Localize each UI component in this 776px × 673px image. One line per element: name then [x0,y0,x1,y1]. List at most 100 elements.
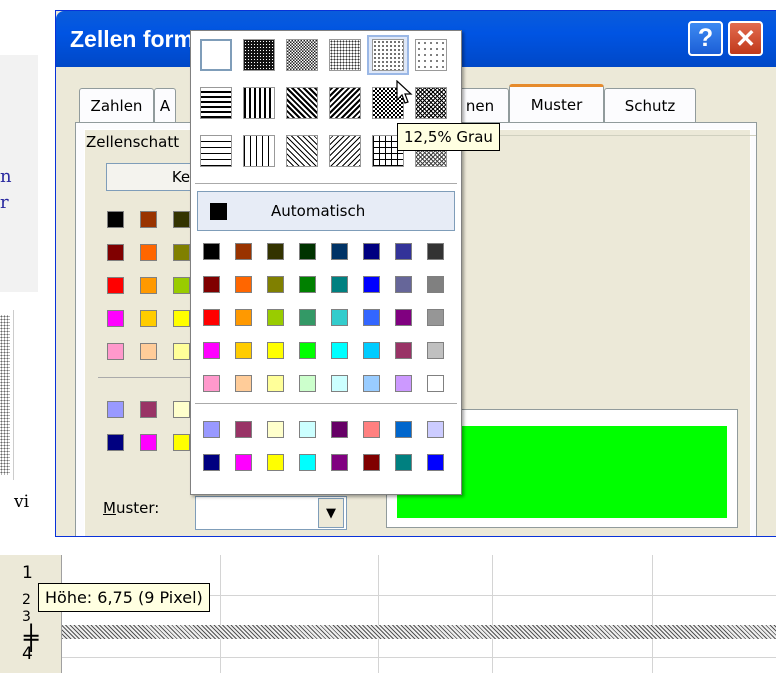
palette-color-swatch[interactable] [427,342,444,359]
pattern-option-gray-12[interactable] [367,35,409,75]
palette-color-swatch[interactable] [299,375,316,392]
color-swatch[interactable] [173,244,190,261]
color-swatch[interactable] [107,211,124,228]
palette-color-swatch[interactable] [427,276,444,293]
palette-color-swatch[interactable] [203,276,220,293]
palette-color-swatch[interactable] [331,243,348,260]
color-swatch[interactable] [107,310,124,327]
palette-color-swatch[interactable] [235,454,252,471]
color-swatch[interactable] [107,434,124,451]
pattern-option-gray-6[interactable] [412,37,450,73]
palette-color-swatch[interactable] [203,421,220,438]
color-swatch[interactable] [140,310,157,327]
color-swatch[interactable] [107,244,124,261]
pattern-option-diag-rev-thin[interactable] [283,133,321,169]
tab-numbers[interactable]: Zahlen [79,88,154,122]
palette-color-swatch[interactable] [299,421,316,438]
pattern-combo-dropdown-button[interactable]: ▼ [318,498,344,528]
palette-color-swatch[interactable] [427,375,444,392]
palette-color-swatch[interactable] [363,342,380,359]
tab-protection[interactable]: Schutz [604,88,696,122]
palette-color-swatch[interactable] [395,243,412,260]
palette-color-swatch[interactable] [395,309,412,326]
color-swatch[interactable] [173,343,190,360]
palette-color-swatch[interactable] [427,454,444,471]
pattern-option-diag-thin[interactable] [326,133,364,169]
palette-color-swatch[interactable] [299,309,316,326]
color-swatch[interactable] [173,211,190,228]
pattern-option-solid-white[interactable] [197,37,235,73]
color-swatch[interactable] [173,277,190,294]
pattern-option-gray-25[interactable] [326,37,364,73]
pattern-option-hstripe-thick[interactable] [197,85,235,121]
palette-color-swatch[interactable] [235,342,252,359]
palette-color-swatch[interactable] [395,421,412,438]
palette-color-swatch[interactable] [427,421,444,438]
palette-color-swatch[interactable] [267,276,284,293]
row-number[interactable]: 2 [22,592,31,608]
row-number[interactable]: 3 [22,609,31,625]
palette-color-swatch[interactable] [363,309,380,326]
color-swatch[interactable] [173,434,190,451]
palette-color-swatch[interactable] [395,342,412,359]
palette-color-swatch[interactable] [203,309,220,326]
palette-color-swatch[interactable] [363,243,380,260]
color-swatch[interactable] [140,277,157,294]
palette-color-swatch[interactable] [395,454,412,471]
color-swatch[interactable] [173,310,190,327]
automatic-color-button[interactable]: Automatisch [197,191,455,231]
close-button[interactable]: ✕ [728,21,763,56]
color-swatch[interactable] [107,343,124,360]
palette-color-swatch[interactable] [267,309,284,326]
palette-color-swatch[interactable] [363,454,380,471]
palette-color-swatch[interactable] [299,243,316,260]
palette-color-swatch[interactable] [331,309,348,326]
color-swatch[interactable] [140,343,157,360]
pattern-option-gray-50[interactable] [283,37,321,73]
palette-color-swatch[interactable] [363,375,380,392]
pattern-option-dark-75[interactable] [240,37,278,73]
color-swatch[interactable] [173,401,190,418]
palette-color-swatch[interactable] [395,375,412,392]
pattern-option-grid-thick[interactable] [412,85,450,121]
color-swatch[interactable] [140,434,157,451]
pattern-option-diag-rev-thick[interactable] [283,85,321,121]
palette-color-swatch[interactable] [267,243,284,260]
palette-color-swatch[interactable] [363,421,380,438]
pattern-option-hstripe-thin[interactable] [197,133,235,169]
palette-color-swatch[interactable] [427,309,444,326]
palette-color-swatch[interactable] [235,309,252,326]
palette-color-swatch[interactable] [299,276,316,293]
palette-color-swatch[interactable] [427,243,444,260]
palette-color-swatch[interactable] [331,375,348,392]
pattern-option-vstripe-thin[interactable] [240,133,278,169]
tab-alignment[interactable]: A [154,88,176,122]
color-swatch[interactable] [140,244,157,261]
palette-color-swatch[interactable] [299,454,316,471]
color-swatch[interactable] [107,401,124,418]
palette-color-swatch[interactable] [331,342,348,359]
palette-color-swatch[interactable] [235,375,252,392]
palette-color-swatch[interactable] [235,243,252,260]
palette-color-swatch[interactable] [267,454,284,471]
tab-patterns[interactable]: Muster [509,84,604,122]
palette-color-swatch[interactable] [331,276,348,293]
row-number[interactable]: 1 [22,563,33,583]
palette-color-swatch[interactable] [267,342,284,359]
help-button[interactable]: ? [688,21,723,56]
color-swatch[interactable] [107,277,124,294]
palette-color-swatch[interactable] [331,421,348,438]
pattern-option-vstripe-thick[interactable] [240,85,278,121]
palette-color-swatch[interactable] [267,375,284,392]
palette-color-swatch[interactable] [363,276,380,293]
color-swatch[interactable] [140,211,157,228]
palette-color-swatch[interactable] [331,454,348,471]
palette-color-swatch[interactable] [235,421,252,438]
palette-color-swatch[interactable] [203,342,220,359]
palette-color-swatch[interactable] [203,375,220,392]
palette-color-swatch[interactable] [203,243,220,260]
patterned-row-cells[interactable] [62,625,776,639]
palette-color-swatch[interactable] [395,276,412,293]
palette-color-swatch[interactable] [267,421,284,438]
color-swatch[interactable] [140,401,157,418]
